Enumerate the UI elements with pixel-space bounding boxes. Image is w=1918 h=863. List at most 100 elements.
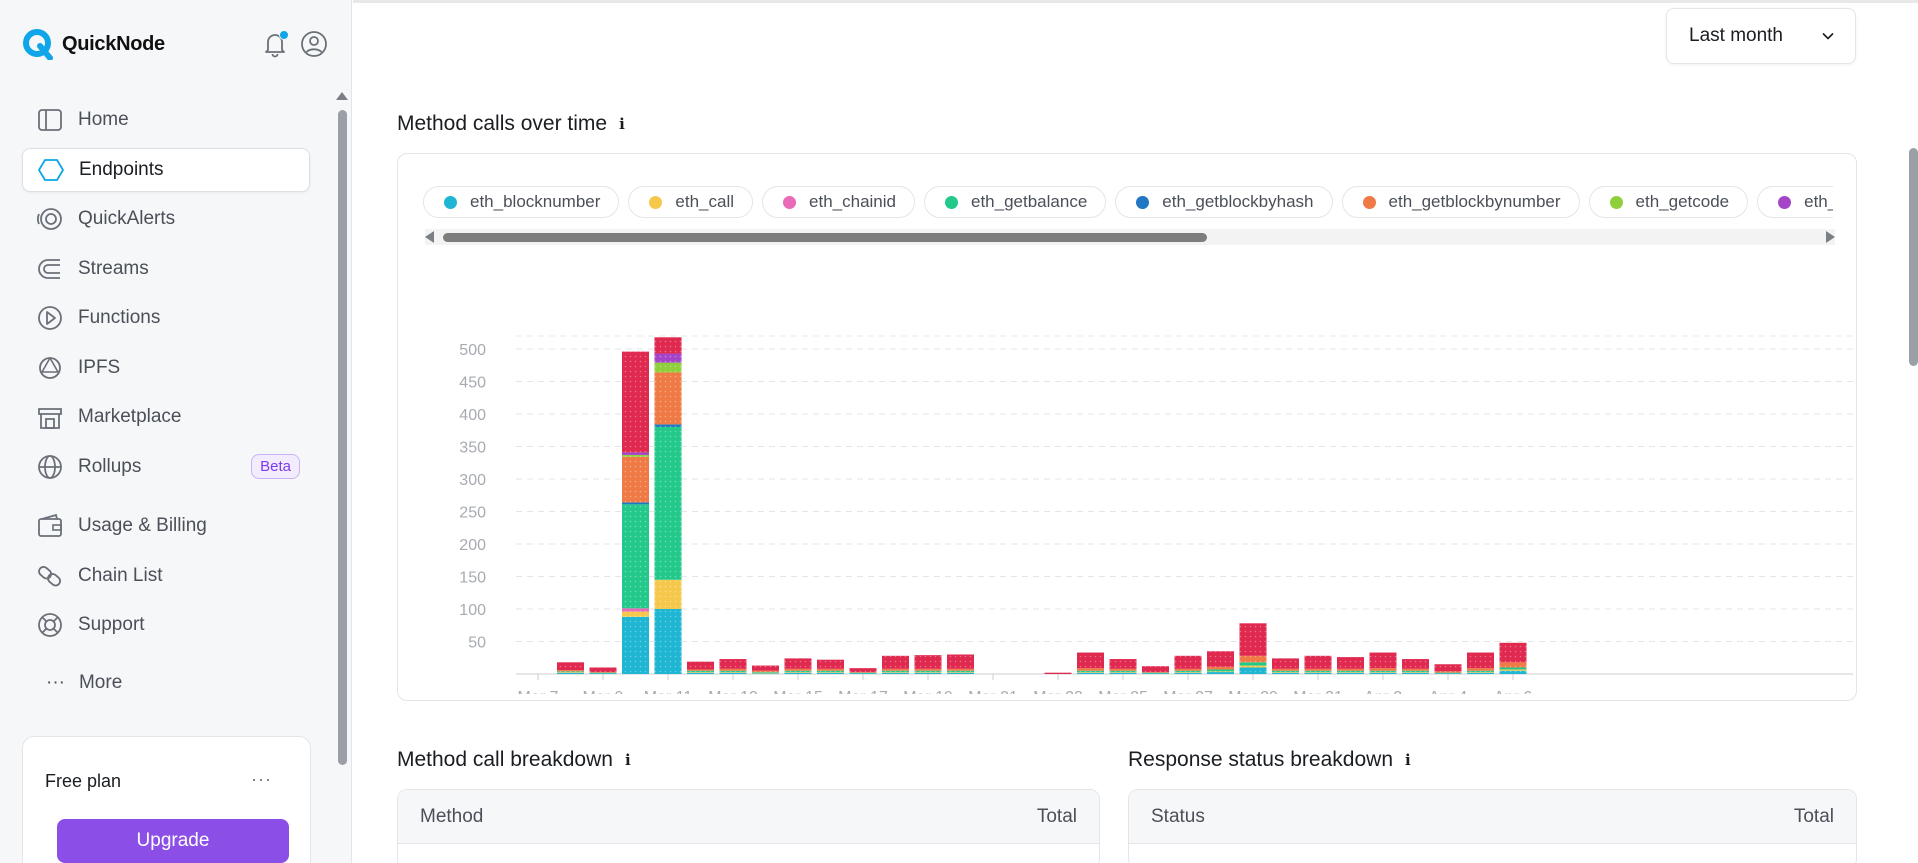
plan-card: Free plan ··· Upgrade: [22, 736, 311, 863]
x-tick-label: Apr 2: [1364, 689, 1402, 694]
x-tick-label: Mar 17: [838, 689, 888, 694]
info-icon[interactable]: i: [625, 751, 631, 769]
legend-item-eth-getblockbyhash[interactable]: eth_getblockbyhash: [1115, 186, 1333, 218]
sidebar-item-endpoints[interactable]: Endpoints: [22, 147, 310, 192]
bar-segment-texture: [1109, 670, 1137, 673]
sidebar-item-streams[interactable]: Streams: [22, 247, 310, 291]
bar-segment-texture: [1337, 668, 1364, 671]
bar-segment-texture: [1109, 659, 1137, 669]
sidebar-item-label: Rollups: [78, 455, 142, 477]
profile-button[interactable]: [300, 30, 328, 58]
bar-segment-texture: [1369, 672, 1397, 673]
column-header-total[interactable]: Total: [1037, 806, 1077, 828]
x-tick-label: Mar 29: [1228, 689, 1278, 694]
sidebar-item-functions[interactable]: Functions: [22, 296, 310, 340]
endpoints-icon: [38, 158, 64, 181]
column-header-status[interactable]: Status: [1151, 806, 1205, 828]
sidebar-scrollbar-thumb[interactable]: [338, 110, 347, 765]
column-header-method[interactable]: Method: [420, 806, 483, 828]
table-header: Method Total: [398, 790, 1099, 844]
legend-item-eth-other[interactable]: eth_: [1757, 186, 1833, 218]
sidebar-item-support[interactable]: Support: [22, 603, 310, 647]
sidebar-item-label: Endpoints: [79, 158, 164, 180]
legend-item-eth-getbalance[interactable]: eth_getbalance: [924, 186, 1107, 218]
sidebar-item-ipfs[interactable]: IPFS: [22, 346, 310, 390]
legend-dot: [1362, 195, 1376, 209]
page-scrollbar[interactable]: [1908, 0, 1918, 863]
top-divider: [353, 0, 1918, 3]
bar-segment-texture: [1207, 669, 1234, 672]
sidebar-item-chain-list[interactable]: Chain List: [22, 554, 310, 598]
method-calls-header: Method calls over time i: [397, 112, 625, 136]
bar-segment-texture: [817, 670, 844, 673]
bar-segment-texture: [914, 670, 942, 673]
legend-label: eth_blocknumber: [470, 192, 601, 211]
legend-item-eth-getblockbynumber[interactable]: eth_getblockbynumber: [1341, 186, 1580, 218]
legend-label: eth_getcode: [1635, 192, 1730, 211]
bar-segment-texture: [622, 454, 649, 457]
sidebar: QuickNode Home Endpoints QuickAlerts Str…: [0, 0, 352, 863]
legend-item-eth-chainid[interactable]: eth_chainid: [762, 186, 915, 218]
bar-segment-texture: [719, 659, 747, 669]
column-header-total[interactable]: Total: [1794, 806, 1834, 828]
bar-segment-texture: [849, 672, 877, 674]
y-tick-label: 150: [459, 570, 486, 587]
bar-segment-texture: [1337, 657, 1364, 669]
page-scrollbar-thumb[interactable]: [1909, 148, 1918, 366]
bar-segment-texture: [557, 670, 584, 672]
bar-segment-texture: [1337, 670, 1364, 673]
logo[interactable]: QuickNode: [22, 28, 165, 60]
legend-item-eth-call[interactable]: eth_call: [628, 186, 754, 218]
bar-segment-texture: [1142, 666, 1169, 673]
chart-legend: eth_blocknumber eth_call eth_chainid eth_ge…: [423, 186, 1833, 220]
time-range-select[interactable]: Last month: [1666, 8, 1856, 64]
info-icon[interactable]: i: [1405, 751, 1411, 769]
plan-menu-button[interactable]: ···: [251, 769, 272, 790]
more-button[interactable]: ··· More: [46, 672, 122, 694]
scroll-right-arrow-icon[interactable]: [1826, 231, 1835, 243]
scroll-left-arrow-icon[interactable]: [425, 231, 434, 243]
sidebar-item-marketplace[interactable]: Marketplace: [22, 395, 310, 439]
bar-segment-texture: [1499, 667, 1527, 670]
x-tick-label: Mar 25: [1098, 689, 1148, 694]
bar-segment-texture: [719, 672, 747, 674]
bar-segment-texture: [719, 668, 747, 671]
notifications-button[interactable]: [261, 30, 289, 58]
legend-item-eth-getcode[interactable]: eth_getcode: [1588, 186, 1749, 218]
legend-item-eth-blocknumber[interactable]: eth_blocknumber: [423, 186, 620, 218]
bar-segment-texture: [1467, 668, 1494, 671]
bar-segment-texture: [1434, 672, 1462, 674]
legend-dot: [649, 195, 663, 209]
quickalerts-icon: [37, 208, 62, 230]
bar-segment-texture: [589, 672, 617, 674]
y-tick-label: 100: [459, 602, 486, 619]
sidebar-item-usage-billing[interactable]: Usage & Billing: [22, 504, 310, 548]
sidebar-item-quickalerts[interactable]: QuickAlerts: [22, 197, 310, 241]
billing-icon: [38, 513, 62, 537]
bar-segment-texture: [752, 672, 779, 673]
sidebar-item-home[interactable]: Home: [22, 98, 310, 142]
legend-scrollbar-thumb[interactable]: [443, 233, 1207, 242]
upgrade-button[interactable]: Upgrade: [57, 819, 289, 863]
bar-segment-texture: [1304, 672, 1332, 674]
info-icon[interactable]: i: [619, 115, 625, 133]
bar-segment-texture: [784, 672, 812, 673]
bar-segment-texture: [654, 424, 682, 427]
bar-segment-texture: [849, 668, 877, 673]
y-tick-label: 50: [468, 635, 486, 652]
bar-segment-texture: [947, 668, 974, 671]
bar-segment-texture: [1174, 672, 1202, 673]
bar-segment-texture: [1402, 668, 1429, 671]
sidebar-scrollbar[interactable]: [336, 92, 348, 863]
legend-dot: [444, 195, 457, 209]
bar-segment-texture: [914, 672, 942, 673]
bar-segment-texture: [589, 667, 617, 673]
legend-scrollbar[interactable]: [425, 229, 1835, 245]
sidebar-item-rollups[interactable]: Rollups Beta: [22, 445, 310, 489]
x-tick-label: Mar 19: [903, 689, 953, 694]
bar-segment-texture: [687, 670, 714, 673]
scroll-up-arrow-icon[interactable]: [336, 92, 348, 100]
bar-segment-texture: [1337, 672, 1364, 674]
bar-segment-texture: [654, 353, 682, 363]
bar-segment-texture: [1077, 672, 1104, 673]
